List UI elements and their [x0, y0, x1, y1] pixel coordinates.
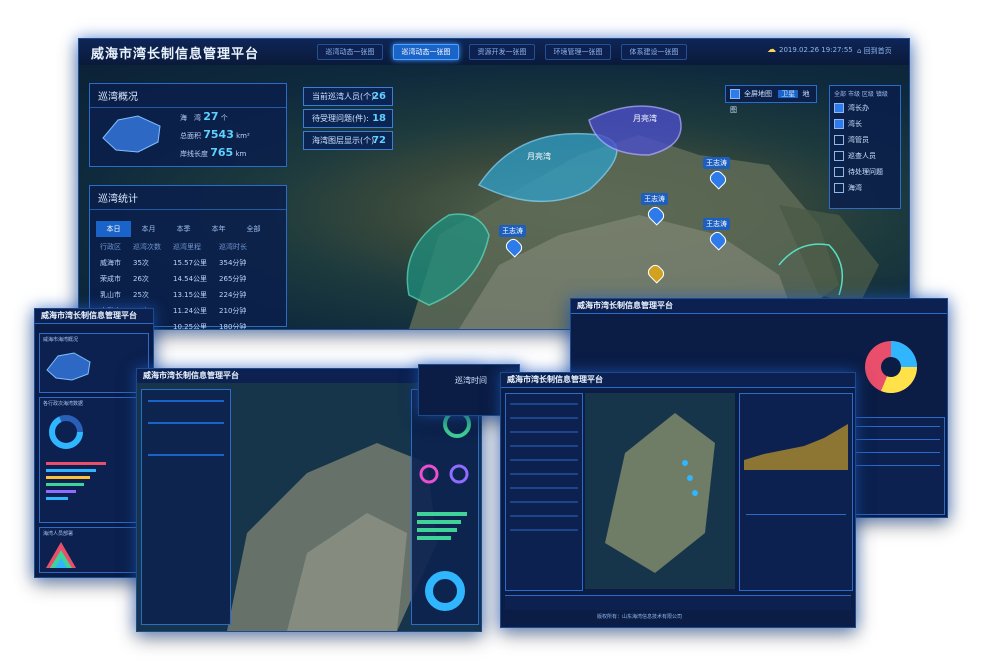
fullscreen-checkbox[interactable]	[730, 89, 740, 99]
marker-label: 王志涛	[703, 218, 730, 230]
screen-left-staff: 海湾人员部署	[39, 527, 149, 573]
screen-front-bottom-nav[interactable]	[505, 595, 851, 610]
screen-right-title: 威海市湾长制信息管理平台	[577, 301, 673, 310]
top-bar: 威海市湾长制信息管理平台 巡湾动态一张图 巡湾动态一张图 资源开发一张图 环境管…	[79, 39, 909, 66]
table-row[interactable]: 荣成市 26次 14.54公里 265分钟	[94, 271, 253, 287]
footer-copyright: 版权所有：山东海湾信息技术有限公司	[597, 614, 683, 620]
screen-map-title: 威海市湾长制信息管理平台	[143, 371, 239, 380]
stats-title: 巡湾统计	[90, 186, 286, 210]
island-map	[585, 393, 735, 589]
screen-left-overview: 威海市海湾概况	[39, 333, 149, 393]
legend-item-manager[interactable]: 湾管员	[834, 132, 896, 148]
screen-left-stats: 各行政次海湾数据	[39, 397, 149, 523]
stats-panel: 巡湾统计 本日 本月 本季 本年 全部 行政区 巡湾次数 巡湾里程 巡湾时长 威海市 35次 15…	[89, 185, 287, 329]
screen-map-menu	[141, 389, 231, 625]
overview-row: 岸线长度 765 km	[180, 146, 247, 159]
tab-patrol-2[interactable]: 巡湾动态一张图	[393, 44, 459, 60]
marker-label: 王志涛	[499, 225, 526, 237]
legend-tab-town[interactable]: 镇级	[876, 91, 888, 98]
page-title: 威海市湾长制信息管理平台	[91, 47, 260, 62]
gauge-icon	[419, 464, 469, 484]
overview-panel: 巡湾概况 海 湾 27 个 总面积 7543 km² 岸线长度 765 km	[89, 83, 287, 167]
legend-item-chief[interactable]: 湾长	[834, 116, 896, 132]
tab-system[interactable]: 体系建设一张图	[621, 44, 687, 60]
screen-map-side	[411, 389, 479, 625]
main-dashboard-screen: 威海市湾长制信息管理平台 巡湾动态一张图 巡湾动态一张图 资源开发一张图 环境管…	[78, 38, 910, 330]
overview-row: 海 湾 27 个	[180, 110, 228, 123]
legend-tab-city[interactable]: 市级	[848, 91, 860, 98]
donut-chart-icon	[425, 571, 465, 611]
donut-chart-icon	[49, 415, 83, 449]
checkbox-icon	[834, 183, 844, 193]
tab-all[interactable]: 全部	[236, 221, 271, 237]
satellite-button[interactable]: 卫星	[778, 90, 799, 98]
checkbox-icon	[834, 119, 844, 129]
legend-panel: 全部 市级 区级 镇级 湾长办 湾长 湾管员 巡查人员 待处理问题 海湾	[829, 85, 901, 209]
weather-icon: ☁	[767, 45, 776, 55]
tab-environment[interactable]: 环境管理一张图	[545, 44, 611, 60]
bar-list-icon	[417, 512, 467, 540]
checkbox-icon	[834, 135, 844, 145]
city-map-icon	[46, 352, 91, 381]
tab-patrol-1[interactable]: 巡湾动态一张图	[317, 44, 383, 60]
map-toggle: 全屏地图 卫星 地图	[725, 85, 817, 114]
legend-tab-all[interactable]: 全部	[834, 91, 846, 98]
region-label-1: 月亮湾	[527, 152, 551, 161]
pending-issue-count: 待受理问题(件): 18	[303, 109, 393, 128]
pie-chart-icon	[865, 341, 917, 393]
screen-right-topbar: 威海市湾长制信息管理平台	[571, 299, 947, 314]
tab-quarter[interactable]: 本季	[166, 221, 201, 237]
datetime: 2019.02.26 19:27:55	[779, 46, 853, 54]
bay-layer-count: 海湾图层显示(个): 72	[303, 131, 393, 150]
city-map-icon	[102, 115, 161, 153]
checkbox-icon	[834, 103, 844, 113]
bar-list-icon	[46, 462, 106, 500]
screen-right-list	[849, 417, 945, 515]
legend-item-bay[interactable]: 海湾	[834, 180, 896, 196]
legend-item-inspector[interactable]: 巡查人员	[834, 148, 896, 164]
screen-left-title: 威海市湾长制信息管理平台	[41, 311, 137, 320]
screen-left-topbar: 威海市湾长制信息管理平台	[35, 309, 153, 324]
tab-resource[interactable]: 资源开发一张图	[469, 44, 535, 60]
checkbox-icon	[834, 151, 844, 161]
marker-label: 王志涛	[703, 157, 730, 169]
overview-title: 巡湾概况	[90, 84, 286, 108]
table-lines	[510, 403, 578, 531]
region-label-2: 月亮湾	[633, 114, 657, 123]
checkbox-icon	[834, 167, 844, 177]
screen-front-panel	[739, 393, 853, 591]
table-row[interactable]: 乳山市 25次 13.15公里 224分钟	[94, 287, 253, 303]
screen-front-table	[505, 393, 583, 591]
patrol-time-label: 巡湾时间	[455, 376, 487, 385]
legend-item-office[interactable]: 湾长办	[834, 100, 896, 116]
pyramid-chart-icon	[46, 542, 76, 568]
screen-front-title: 威海市湾长制信息管理平台	[507, 375, 603, 384]
home-button[interactable]: ⌂ 回到首页	[857, 46, 892, 56]
marker-label: 王志涛	[641, 193, 668, 205]
tab-month[interactable]: 本月	[131, 221, 166, 237]
table-row[interactable]: 威海市 35次 15.57公里 354分钟	[94, 255, 253, 271]
screen-front-topbar: 威海市湾长制信息管理平台	[501, 373, 855, 388]
area-chart-icon	[744, 424, 848, 470]
legend-tabs: 全部 市级 区级 镇级	[834, 89, 896, 98]
tab-today[interactable]: 本日	[96, 221, 131, 237]
stats-tabs: 本日 本月 本季 本年 全部	[90, 210, 286, 239]
tab-year[interactable]: 本年	[201, 221, 236, 237]
home-icon: ⌂	[857, 47, 864, 55]
current-patrol-count: 当前巡湾人员(个): 26	[303, 87, 393, 106]
overview-row: 总面积 7543 km²	[180, 128, 250, 141]
legend-item-issue[interactable]: 待处理问题	[834, 164, 896, 180]
screen-right-front: 威海市湾长制信息管理平台 版权所有：山东海湾信息技术有限公司	[500, 372, 856, 628]
legend-tab-district[interactable]: 区级	[862, 91, 874, 98]
